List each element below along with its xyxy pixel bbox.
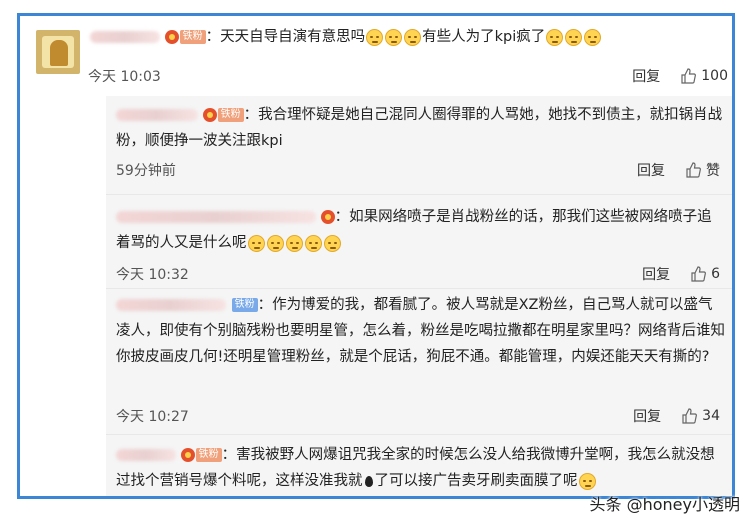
reply-button[interactable]: 回复 xyxy=(633,406,661,426)
emoji-icon xyxy=(366,28,384,46)
comment-time: 今天 10:03 xyxy=(88,69,161,85)
emoji-icon xyxy=(584,28,602,46)
emoji-icon xyxy=(546,28,564,46)
fan-badge-icon xyxy=(320,210,335,224)
reply-item: 铁粉 ：作为博爱的我，都看腻了。被人骂就是XZ粉丝，自己骂人就可以盛气凌人，即使有… xyxy=(106,290,732,440)
reply-body: 铁粉 ：害我被野人网爆诅咒我全家的时候怎么没人给我微博升堂啊，我怎么就没想过找个营… xyxy=(116,442,726,494)
reply-actions: 回复 6 xyxy=(642,264,720,284)
divider xyxy=(106,194,732,195)
drop-icon xyxy=(364,475,373,487)
blurred-username[interactable] xyxy=(116,449,176,461)
watermark: 头条 @honey小透明 xyxy=(589,495,740,514)
like-label[interactable]: 赞 xyxy=(706,160,720,180)
reply-button[interactable]: 回复 xyxy=(637,160,665,180)
blurred-username[interactable] xyxy=(116,299,226,311)
reply-item: ：如果网络喷子是肖战粉丝的话，那我们这些被网络喷子追着骂的人又是什么呢 今天 1… xyxy=(106,196,732,289)
reply-time: 今天 10:27 xyxy=(116,409,189,425)
reply-item: 铁粉 ：害我被野人网爆诅咒我全家的时候怎么没人给我微博升堂啊，我怎么就没想过找个营… xyxy=(106,440,732,496)
fan-badge-icon xyxy=(180,448,195,462)
reply-actions: 回复 赞 xyxy=(637,160,720,180)
thumbs-up-icon[interactable] xyxy=(680,68,697,84)
blurred-username[interactable] xyxy=(90,31,160,43)
fan-badge: 铁粉 xyxy=(179,30,206,44)
divider xyxy=(106,288,732,289)
emoji-icon xyxy=(404,28,422,46)
emoji-icon xyxy=(385,28,403,46)
thumbs-up-icon[interactable] xyxy=(681,408,698,424)
reply-body: 铁粉 ：我合理怀疑是她自己混同人圈得罪的人骂她，她找不到债主，就扣锅肖战粉，顺便挣… xyxy=(116,102,726,154)
reply-button[interactable]: 回复 xyxy=(632,66,660,86)
fan-badge-icon xyxy=(164,30,179,44)
reply-body: 铁粉 ：作为博爱的我，都看腻了。被人骂就是XZ粉丝，自己骂人就可以盛气凌人，即使有… xyxy=(116,292,726,370)
reply-text-tail: 了可以接广告卖牙刷卖面膜了呢 xyxy=(374,473,578,489)
fan-badge: 铁粉 xyxy=(195,448,222,462)
emoji-icon xyxy=(266,234,284,252)
comment-actions: 回复 100 xyxy=(632,66,728,86)
emoji-icon xyxy=(565,28,583,46)
comment-panel: 铁粉 ：天天自导自演有意思吗 有些人为了kpi疯了 今天 10:03 回复 100 … xyxy=(17,13,735,499)
comment-body: 铁粉 ：天天自导自演有意思吗 有些人为了kpi疯了 xyxy=(90,24,602,50)
blurred-username[interactable] xyxy=(116,211,316,223)
replies-section: 铁粉 ：我合理怀疑是她自己混同人圈得罪的人骂她，她找不到债主，就扣锅肖战粉，顺便挣… xyxy=(106,96,732,496)
emoji-icon xyxy=(578,472,596,490)
main-comment: 铁粉 ：天天自导自演有意思吗 有些人为了kpi疯了 今天 10:03 回复 100 xyxy=(20,16,732,90)
reply-button[interactable]: 回复 xyxy=(642,264,670,284)
reply-item: 铁粉 ：我合理怀疑是她自己混同人圈得罪的人骂她，她找不到债主，就扣锅肖战粉，顺便挣… xyxy=(106,96,732,196)
avatar[interactable] xyxy=(36,30,80,74)
thumbs-up-icon[interactable] xyxy=(685,162,701,178)
emoji-icon xyxy=(285,234,303,252)
thumbs-up-icon[interactable] xyxy=(690,266,707,282)
reply-actions: 回复 34 xyxy=(633,406,720,426)
emoji-icon xyxy=(247,234,265,252)
divider xyxy=(106,434,732,435)
reply-body: ：如果网络喷子是肖战粉丝的话，那我们这些被网络喷子追着骂的人又是什么呢 xyxy=(116,204,726,256)
like-count[interactable]: 34 xyxy=(702,408,720,424)
emoji-icon xyxy=(304,234,322,252)
reply-time: 今天 10:32 xyxy=(116,267,189,283)
fan-badge: 铁粉 xyxy=(217,108,244,122)
fan-badge: 铁粉 xyxy=(231,298,258,312)
comment-text: ：天天自导自演有意思吗 xyxy=(205,29,366,45)
like-count[interactable]: 100 xyxy=(701,68,728,84)
like-count[interactable]: 6 xyxy=(711,266,720,282)
blurred-username[interactable] xyxy=(116,109,198,121)
emoji-icon xyxy=(323,234,341,252)
reply-time: 59分钟前 xyxy=(116,163,176,179)
comment-text-2: 有些人为了kpi疯了 xyxy=(422,29,546,45)
fan-badge-icon xyxy=(202,108,217,122)
